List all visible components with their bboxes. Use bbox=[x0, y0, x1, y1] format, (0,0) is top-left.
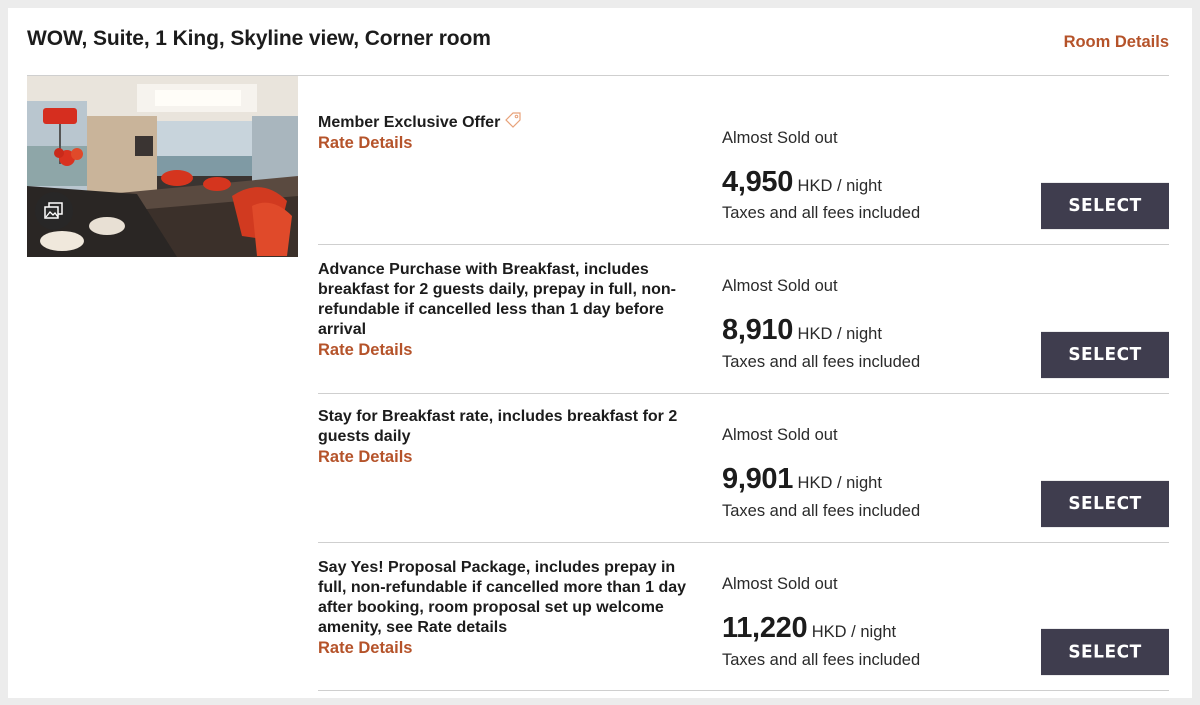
taxes-note: Taxes and all fees included bbox=[722, 502, 921, 520]
taxes-note: Taxes and all fees included bbox=[722, 353, 921, 371]
room-photo-image bbox=[27, 76, 298, 257]
rate-row: Say Yes! Proposal Package, includes prep… bbox=[318, 543, 1169, 691]
rate-row: Stay for Breakfast rate, includes breakf… bbox=[318, 394, 1169, 543]
price-amount: 4,950 bbox=[722, 166, 794, 198]
taxes-note: Taxes and all fees included bbox=[722, 204, 921, 222]
rate-name: Member Exclusive Offer bbox=[318, 114, 501, 131]
rate-description: Stay for Breakfast rate, includes breakf… bbox=[318, 407, 693, 467]
price-line: 9,901 HKD / night bbox=[722, 463, 882, 496]
room-details-link[interactable]: Room Details bbox=[1064, 33, 1169, 52]
room-photo[interactable] bbox=[27, 76, 298, 257]
room-card: WOW, Suite, 1 King, Skyline view, Corner… bbox=[8, 8, 1192, 698]
price-line: 8,910 HKD / night bbox=[722, 314, 882, 347]
select-button[interactable]: SELECT bbox=[1041, 182, 1169, 230]
availability-status: Almost Sold out bbox=[722, 129, 838, 147]
price-unit: HKD / night bbox=[811, 623, 897, 641]
price-unit: HKD / night bbox=[797, 325, 882, 343]
room-header: WOW, Suite, 1 King, Skyline view, Corner… bbox=[27, 8, 1169, 76]
select-button[interactable]: SELECT bbox=[1041, 480, 1169, 528]
rate-list: Member Exclusive Offer Rate Details Almo… bbox=[318, 76, 1169, 691]
room-title: WOW, Suite, 1 King, Skyline view, Corner… bbox=[27, 27, 491, 50]
gallery-icon bbox=[44, 202, 63, 219]
rate-description: Say Yes! Proposal Package, includes prep… bbox=[318, 558, 693, 658]
price-amount: 9,901 bbox=[722, 463, 794, 495]
rate-description: Advance Purchase with Breakfast, include… bbox=[318, 260, 693, 360]
rate-description: Member Exclusive Offer Rate Details bbox=[318, 111, 693, 153]
price-line: 11,220 HKD / night bbox=[722, 612, 896, 645]
rate-row: Member Exclusive Offer Rate Details Almo… bbox=[318, 76, 1169, 245]
tag-icon bbox=[505, 112, 521, 128]
price-unit: HKD / night bbox=[797, 474, 882, 492]
rate-details-link[interactable]: Rate Details bbox=[318, 340, 693, 360]
price-amount: 8,910 bbox=[722, 314, 794, 346]
price-line: 4,950 HKD / night bbox=[722, 166, 882, 199]
price-amount: 11,220 bbox=[722, 612, 808, 644]
rate-row: Advance Purchase with Breakfast, include… bbox=[318, 245, 1169, 394]
rate-details-link[interactable]: Rate Details bbox=[318, 638, 693, 658]
rate-name: Advance Purchase with Breakfast, include… bbox=[318, 261, 676, 338]
select-button[interactable]: SELECT bbox=[1041, 331, 1169, 379]
availability-status: Almost Sold out bbox=[722, 426, 838, 444]
gallery-button[interactable] bbox=[35, 192, 73, 230]
select-button[interactable]: SELECT bbox=[1041, 628, 1169, 676]
availability-status: Almost Sold out bbox=[722, 575, 838, 593]
rate-details-link[interactable]: Rate Details bbox=[318, 133, 693, 153]
taxes-note: Taxes and all fees included bbox=[722, 651, 921, 669]
availability-status: Almost Sold out bbox=[722, 277, 838, 295]
price-unit: HKD / night bbox=[797, 177, 882, 195]
rate-details-link[interactable]: Rate Details bbox=[318, 447, 693, 467]
rate-name: Stay for Breakfast rate, includes breakf… bbox=[318, 408, 678, 445]
rate-name: Say Yes! Proposal Package, includes prep… bbox=[318, 559, 687, 636]
